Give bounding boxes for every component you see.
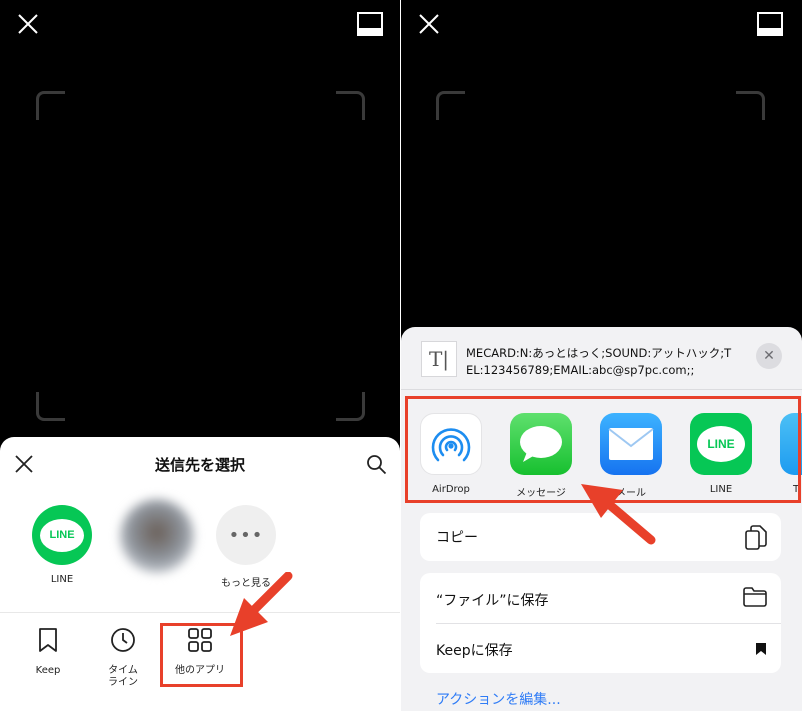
arrow-annotation: [581, 484, 656, 545]
option-label: Keep: [35, 665, 61, 676]
action-group: “ファイル”に保存 Keepに保存: [420, 573, 781, 673]
edit-actions-link[interactable]: アクションを編集...: [436, 689, 561, 709]
more-dots-icon: •••: [216, 505, 276, 565]
avatar: [120, 499, 194, 573]
friend-blurred[interactable]: [117, 499, 197, 573]
bookmark-filled-icon: [756, 643, 766, 655]
arrow-annotation: [230, 572, 293, 636]
action-save-to-files[interactable]: “ファイル”に保存: [420, 573, 781, 623]
shared-text: MECARD:N:あっとはっく;SOUND:アットハック;TEL:1234567…: [466, 346, 732, 377]
gallery-icon[interactable]: [357, 12, 383, 36]
share-target-sheet: 送信先を選択 LINE LINE ••• もっと見る Keep タイム ライン …: [0, 437, 400, 711]
option-label: タイム ライン: [108, 665, 138, 688]
action-save-to-keep[interactable]: Keepに保存: [420, 624, 781, 673]
scan-frame-corner: [736, 91, 765, 120]
friend-line[interactable]: LINE LINE: [22, 505, 102, 585]
share-header: T| MECARD:N:あっとはっく;SOUND:アットハック;TEL:1234…: [401, 327, 802, 390]
close-button[interactable]: ✕: [756, 343, 782, 369]
option-timeline[interactable]: タイム ライン: [88, 627, 158, 689]
close-icon[interactable]: [16, 12, 40, 36]
copy-icon: [745, 525, 767, 550]
divider: [0, 612, 400, 613]
close-icon[interactable]: [417, 12, 441, 36]
scan-frame-corner: [336, 91, 365, 120]
option-keep[interactable]: Keep: [13, 627, 83, 677]
bookmark-icon: [39, 628, 57, 652]
right-screen: T| MECARD:N:あっとはっく;SOUND:アットハック;TEL:1234…: [401, 0, 802, 711]
clock-icon: [111, 628, 135, 652]
scan-frame-corner: [336, 392, 365, 421]
friend-label: LINE: [50, 574, 74, 585]
scan-frame-corner: [436, 91, 465, 120]
text-document-icon: T|: [421, 341, 457, 377]
left-screen: 送信先を選択 LINE LINE ••• もっと見る Keep タイム ライン …: [0, 0, 400, 711]
scan-frame-corner: [36, 392, 65, 421]
sheet-title: 送信先を選択: [154, 456, 245, 474]
search-icon[interactable]: [366, 454, 387, 475]
folder-icon: [743, 587, 767, 607]
line-logo-icon: LINE: [32, 505, 92, 565]
gallery-icon[interactable]: [757, 12, 783, 36]
scan-frame-corner: [36, 91, 65, 120]
